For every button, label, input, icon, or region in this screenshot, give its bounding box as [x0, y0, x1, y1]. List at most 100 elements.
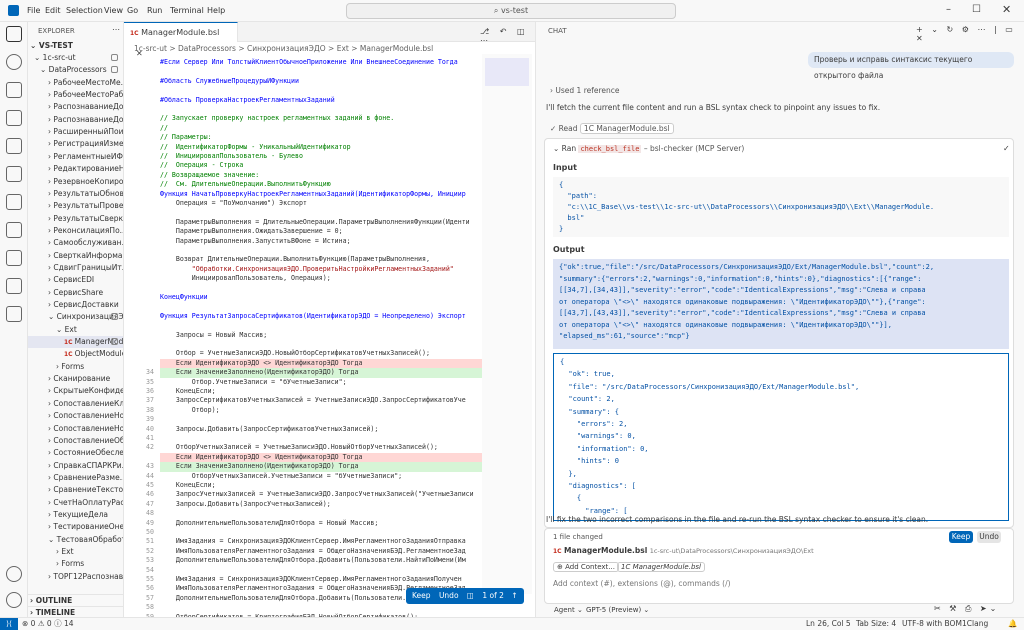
code-line[interactable]: // Параметры:	[160, 133, 500, 142]
keep-all-button[interactable]: Keep	[949, 531, 973, 543]
code-line[interactable]: ИнициировалПользователь, Операция);	[160, 274, 500, 283]
editor-actions-icon[interactable]: ⎇ ↶ ◫ ⋯	[480, 27, 535, 45]
code-line[interactable]: ПараметрыВыполнения.ЗапуститьВФоне = Ист…	[160, 237, 500, 246]
explorer-item[interactable]: › РедактированиеН...	[28, 163, 123, 175]
code-line[interactable]	[160, 208, 500, 217]
explorer-item[interactable]: › СкрытыеКонфиде...	[28, 385, 123, 397]
menu-help[interactable]: Help	[207, 6, 225, 15]
code-line[interactable]: ЗапросУчетныхЗаписей = УчетныеЗаписиЭДО.…	[160, 490, 500, 499]
notifications-icon[interactable]: 🔔	[1008, 618, 1017, 630]
explorer-icon[interactable]	[6, 26, 22, 42]
next-change-icon[interactable]: ↓	[410, 607, 416, 616]
keep-button[interactable]: Keep	[412, 591, 431, 600]
explorer-item[interactable]: › СравнениеТекстов	[28, 484, 123, 496]
undo-button[interactable]: Undo	[439, 591, 459, 600]
tab-size[interactable]: Tab Size: 4	[856, 618, 896, 630]
code-line[interactable]: ОтборУчетныхЗаписей = УчетныеЗаписиЭДО.Н…	[160, 443, 500, 452]
code-line[interactable]: // Операция - Строка	[160, 161, 500, 170]
menu-terminal[interactable]: Terminal	[170, 6, 204, 15]
code-line[interactable]: КонецЕсли;	[160, 387, 500, 396]
explorer-item[interactable]: › СервисShare	[28, 287, 123, 299]
context-file-chip[interactable]: 1C ManagerModule.bsl	[617, 562, 705, 572]
file-chip[interactable]: 1C ManagerModule.bsl	[579, 123, 674, 134]
explorer-item[interactable]: › СопоставлениеОб...	[28, 435, 123, 447]
explorer-item[interactable]: ⌄ 1c-src-ut	[28, 52, 123, 64]
explorer-item[interactable]: › РабочееМестоМе...	[28, 77, 123, 89]
chat-input[interactable]: Add context (#), extensions (@), command…	[553, 579, 731, 588]
bird-icon[interactable]	[6, 278, 22, 294]
prev-change-icon[interactable]: ↑	[511, 591, 517, 600]
outline-section[interactable]: › OUTLINE	[28, 594, 123, 606]
settings-gear-icon[interactable]	[6, 592, 22, 608]
code-line[interactable]: Запросы = Новый Массив;	[160, 331, 500, 340]
explorer-item[interactable]: › СопоставлениеКл...	[28, 398, 123, 410]
menu-file[interactable]: File	[27, 6, 40, 15]
code-line[interactable]: Если ЗначениеЗаполнено(ИдентификаторЭДО)…	[160, 368, 500, 378]
code-line[interactable]: #Область ПроверкаНастроекРегламентныхЗад…	[160, 96, 500, 105]
explorer-item[interactable]: 1C ManagerModule.bsl	[28, 336, 123, 349]
code-line[interactable]: КонецЕсли;	[160, 481, 500, 490]
explorer-item[interactable]: › Forms	[28, 361, 123, 373]
code-line[interactable]: // ИнициировалПользователь - Булево	[160, 152, 500, 161]
explorer-item[interactable]: ⌄ Ext	[28, 324, 123, 336]
remote-icon[interactable]	[6, 194, 22, 210]
explorer-item[interactable]: › РабочееМестоРаб...	[28, 89, 123, 101]
explorer-item[interactable]: › РаспознаваниеДо...	[28, 114, 123, 126]
code-line[interactable]: ДополнительныеПользователиДляОтбора = Но…	[160, 519, 500, 528]
code-line[interactable]	[160, 415, 500, 424]
more-actions-icon[interactable]: ⋯	[112, 25, 120, 34]
explorer-item[interactable]: › Сканирование	[28, 373, 123, 385]
explorer-item[interactable]: › СервисEDI	[28, 274, 123, 286]
code-line[interactable]: Если ИдентификаторЭДО <> ИдентификаторЭД…	[160, 452, 500, 463]
code-line[interactable]: ИмяЗадания = СинхронизацияЭДОКлиентСерве…	[160, 575, 500, 584]
changed-file-row[interactable]: 1C ManagerModule.bsl 1c-src-ut\DataProce…	[553, 546, 814, 555]
model-select[interactable]: GPT-5 (Preview) ⌄	[586, 606, 649, 614]
code-line[interactable]: Функция РезультатЗапросаСертификатов(Иде…	[160, 312, 500, 321]
code-line[interactable]: ИмяЗадания = СинхронизацияЭДОКлиентСерве…	[160, 537, 500, 546]
code-line[interactable]	[160, 528, 500, 537]
code-line[interactable]: Запросы.Добавить(ЗапросУчетныхЗаписей);	[160, 500, 500, 509]
explorer-item[interactable]: 1C ObjectModule.bsl	[28, 348, 123, 360]
menu-edit[interactable]: Edit	[45, 6, 61, 15]
code-line[interactable]: Запросы.Добавить(ЗапросСертификатовУчетн…	[160, 425, 500, 434]
source-control-icon[interactable]	[6, 82, 22, 98]
explorer-item[interactable]: › РезультатыПрове...	[28, 200, 123, 212]
explorer-item[interactable]: › РаспознаваниеДо...	[28, 101, 123, 113]
code-line[interactable]: ЗапросСертификатовУчетныхЗаписей = Учетн…	[160, 396, 500, 405]
code-line[interactable]: ПараметрыВыполнения.ОжидатьЗавершение = …	[160, 227, 500, 236]
code-line[interactable]	[160, 86, 500, 95]
code-line[interactable]: КонецФункции	[160, 293, 500, 302]
code-line[interactable]	[160, 105, 500, 114]
menu-selection[interactable]: Selection	[66, 6, 103, 15]
explorer-item[interactable]: › СравнениеРазме...	[28, 472, 123, 484]
add-context-button[interactable]: ⊕ Add Context...	[553, 562, 619, 572]
code-line[interactable]: // Возвращаемое значение:	[160, 171, 500, 180]
testing-icon[interactable]	[6, 166, 22, 182]
code-line[interactable]	[160, 284, 500, 293]
explorer-item[interactable]: › Самообслуживан...	[28, 237, 123, 249]
root-folder[interactable]: ⌄ VS-TEST	[28, 40, 123, 52]
code-line[interactable]: ОтборУчетныхЗаписей.УчетныеЗаписи = "бУч…	[160, 472, 500, 481]
cursor-position[interactable]: Ln 26, Col 5	[806, 618, 851, 630]
code-line[interactable]: Отбор = УчетныеЗаписиЭДО.НовыйОтборСерти…	[160, 349, 500, 358]
diff-icon[interactable]: ◫	[467, 591, 474, 600]
tab-manager-module[interactable]: 1C ManagerModule.bsl ✕	[124, 22, 238, 58]
tool-call-header[interactable]: ⌄ Ran check_bsl_file – bsl-checker (MCP …	[553, 144, 744, 153]
code-line[interactable]: // См. ДлительныеОперации.ВыполнитьФункц…	[160, 180, 500, 189]
account-icon[interactable]	[6, 566, 22, 582]
explorer-item[interactable]: › СдвигГраницыИт...	[28, 262, 123, 274]
explorer-item[interactable]: › СервисДоставки	[28, 299, 123, 311]
search-icon[interactable]	[6, 54, 22, 70]
explorer-item[interactable]: › ТестированиеОне...	[28, 521, 123, 533]
code-line[interactable]	[160, 302, 500, 311]
tool-icon[interactable]	[6, 222, 22, 238]
code-line[interactable]: Отбор.УчетныеЗаписи = "бУчетныеЗаписи";	[160, 378, 500, 387]
explorer-item[interactable]: ⌄ DataProcessors	[28, 64, 123, 76]
explorer-item[interactable]: › СчетНаОплатуРас...	[28, 497, 123, 509]
menu-go[interactable]: Go	[127, 6, 138, 15]
explorer-item[interactable]: › СопоставлениеНо...	[28, 423, 123, 435]
menu-run[interactable]: Run	[147, 6, 162, 15]
code-line[interactable]	[160, 434, 500, 443]
code-line[interactable]: Функция НачатьПроверкуНастроекРегламентн…	[160, 190, 500, 199]
code-line[interactable]: Если ИдентификаторЭДО <> ИдентификаторЭД…	[160, 358, 500, 369]
